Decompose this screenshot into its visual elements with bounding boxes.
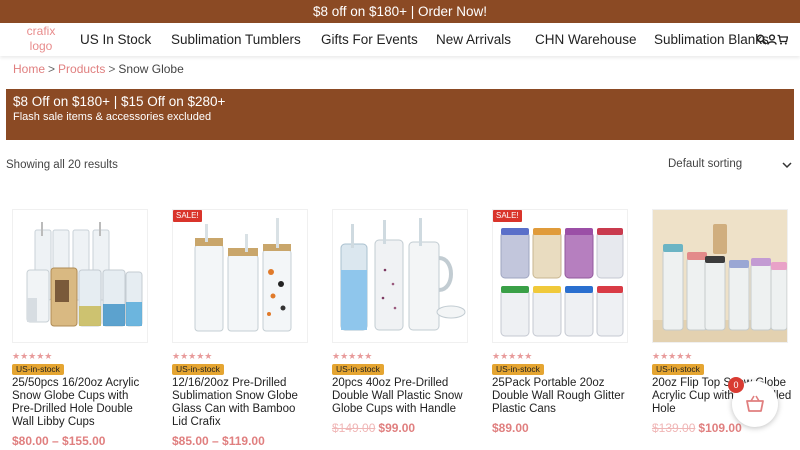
promo-note: Flash sale items & accessories excluded [13,111,212,123]
nav-chn-warehouse[interactable]: CHN Warehouse [535,23,637,56]
promo-banner: $8 Off on $180+ | $15 Off on $280+ Flash… [6,89,794,140]
nav-gifts-for-events[interactable]: Gifts For Events [321,23,418,56]
breadcrumb-products[interactable]: Products [58,62,105,76]
rating-stars: ★★★★★ [332,351,373,361]
product-price: $149.00 $99.00 [332,421,415,435]
product-price: $80.00 – $155.00 [12,434,105,448]
product-image[interactable] [652,209,788,343]
promo-headline: $8 Off on $180+ | $15 Off on $280+ [13,94,226,109]
current-price: $85.00 – $119.00 [172,434,265,448]
product-card[interactable]: ★★★★★ US-in-stock 25/50pcs 16/20oz Acryl… [12,209,148,448]
product-card[interactable]: ★★★★★ US-in-stock 20pcs 40oz Pre-Drilled… [332,209,468,435]
product-price: $89.00 [492,421,529,435]
floating-cart-button[interactable]: 0 [728,377,778,427]
chevron-down-icon [782,160,792,172]
product-card[interactable]: SALE! ★★★★★ US-in-stock 25Pack Portable … [492,209,628,435]
current-price: $109.00 [698,421,742,435]
site-header: crafix logo US In Stock Sublimation Tumb… [0,23,800,56]
stock-badge: US-in-stock [332,364,384,375]
old-price: $139.00 [652,421,696,435]
user-icon[interactable] [767,34,777,45]
current-price: $99.00 [378,421,416,435]
sale-badge: SALE! [493,210,522,222]
current-price: $89.00 [492,421,529,435]
nav-sublimation-tumblers[interactable]: Sublimation Tumblers [171,23,301,56]
product-image[interactable] [12,209,148,343]
site-logo[interactable]: crafix logo [22,24,60,54]
breadcrumb: Home > Products > Snow Globe [13,62,184,76]
product-image[interactable]: SALE! [492,209,628,343]
sort-select[interactable]: Default sorting [668,158,794,174]
breadcrumb-separator: > [48,62,56,76]
result-count: Showing all 20 results [6,159,118,171]
stock-badge: US-in-stock [652,364,704,375]
cart-icon[interactable] [777,34,788,45]
rating-stars: ★★★★★ [652,351,693,361]
announcement-text[interactable]: $8 off on $180+ | Order Now! [313,4,487,19]
sale-badge: SALE! [173,210,202,222]
header-icons [756,23,788,56]
current-price: $80.00 – $155.00 [12,434,106,448]
stock-badge: US-in-stock [492,364,544,375]
breadcrumb-current: Snow Globe [118,62,184,76]
rating-stars: ★★★★★ [172,351,213,361]
sort-selected: Default sorting [668,158,743,170]
stock-badge: US-in-stock [172,364,224,375]
old-price: $149.00 [332,421,376,435]
breadcrumb-separator: > [108,62,116,76]
stock-badge: US-in-stock [12,364,64,375]
search-icon[interactable] [756,34,767,45]
rating-stars: ★★★★★ [12,351,53,361]
cart-count-badge: 0 [728,377,744,393]
product-price: $139.00 $109.00 [652,421,742,435]
product-title[interactable]: 25/50pcs 16/20oz Acrylic Snow Globe Cups… [12,377,152,429]
breadcrumb-home[interactable]: Home [13,62,45,76]
product-title[interactable]: 12/16/20oz Pre-Drilled Sublimation Snow … [172,377,312,429]
nav-us-in-stock[interactable]: US In Stock [80,23,151,56]
product-card[interactable]: ★★★★★ US-in-stock 20oz Flip Top Snow Glo… [652,209,791,435]
product-title[interactable]: 25Pack Portable 20oz Double Wall Rough G… [492,377,632,416]
product-image[interactable] [332,209,468,343]
product-title[interactable]: 20pcs 40oz Pre-Drilled Double Wall Plast… [332,377,472,416]
rating-stars: ★★★★★ [492,351,533,361]
nav-sublimation-blanks[interactable]: Sublimation Blanks [654,23,769,56]
product-price: $85.00 – $119.00 [172,434,265,448]
nav-new-arrivals[interactable]: New Arrivals [436,23,511,56]
product-card[interactable]: SALE! ★★★★★ US-in-stock 12/16/20oz Pre-D… [172,209,308,448]
product-image[interactable]: SALE! [172,209,308,343]
announcement-bar[interactable]: $8 off on $180+ | Order Now! [0,0,800,23]
